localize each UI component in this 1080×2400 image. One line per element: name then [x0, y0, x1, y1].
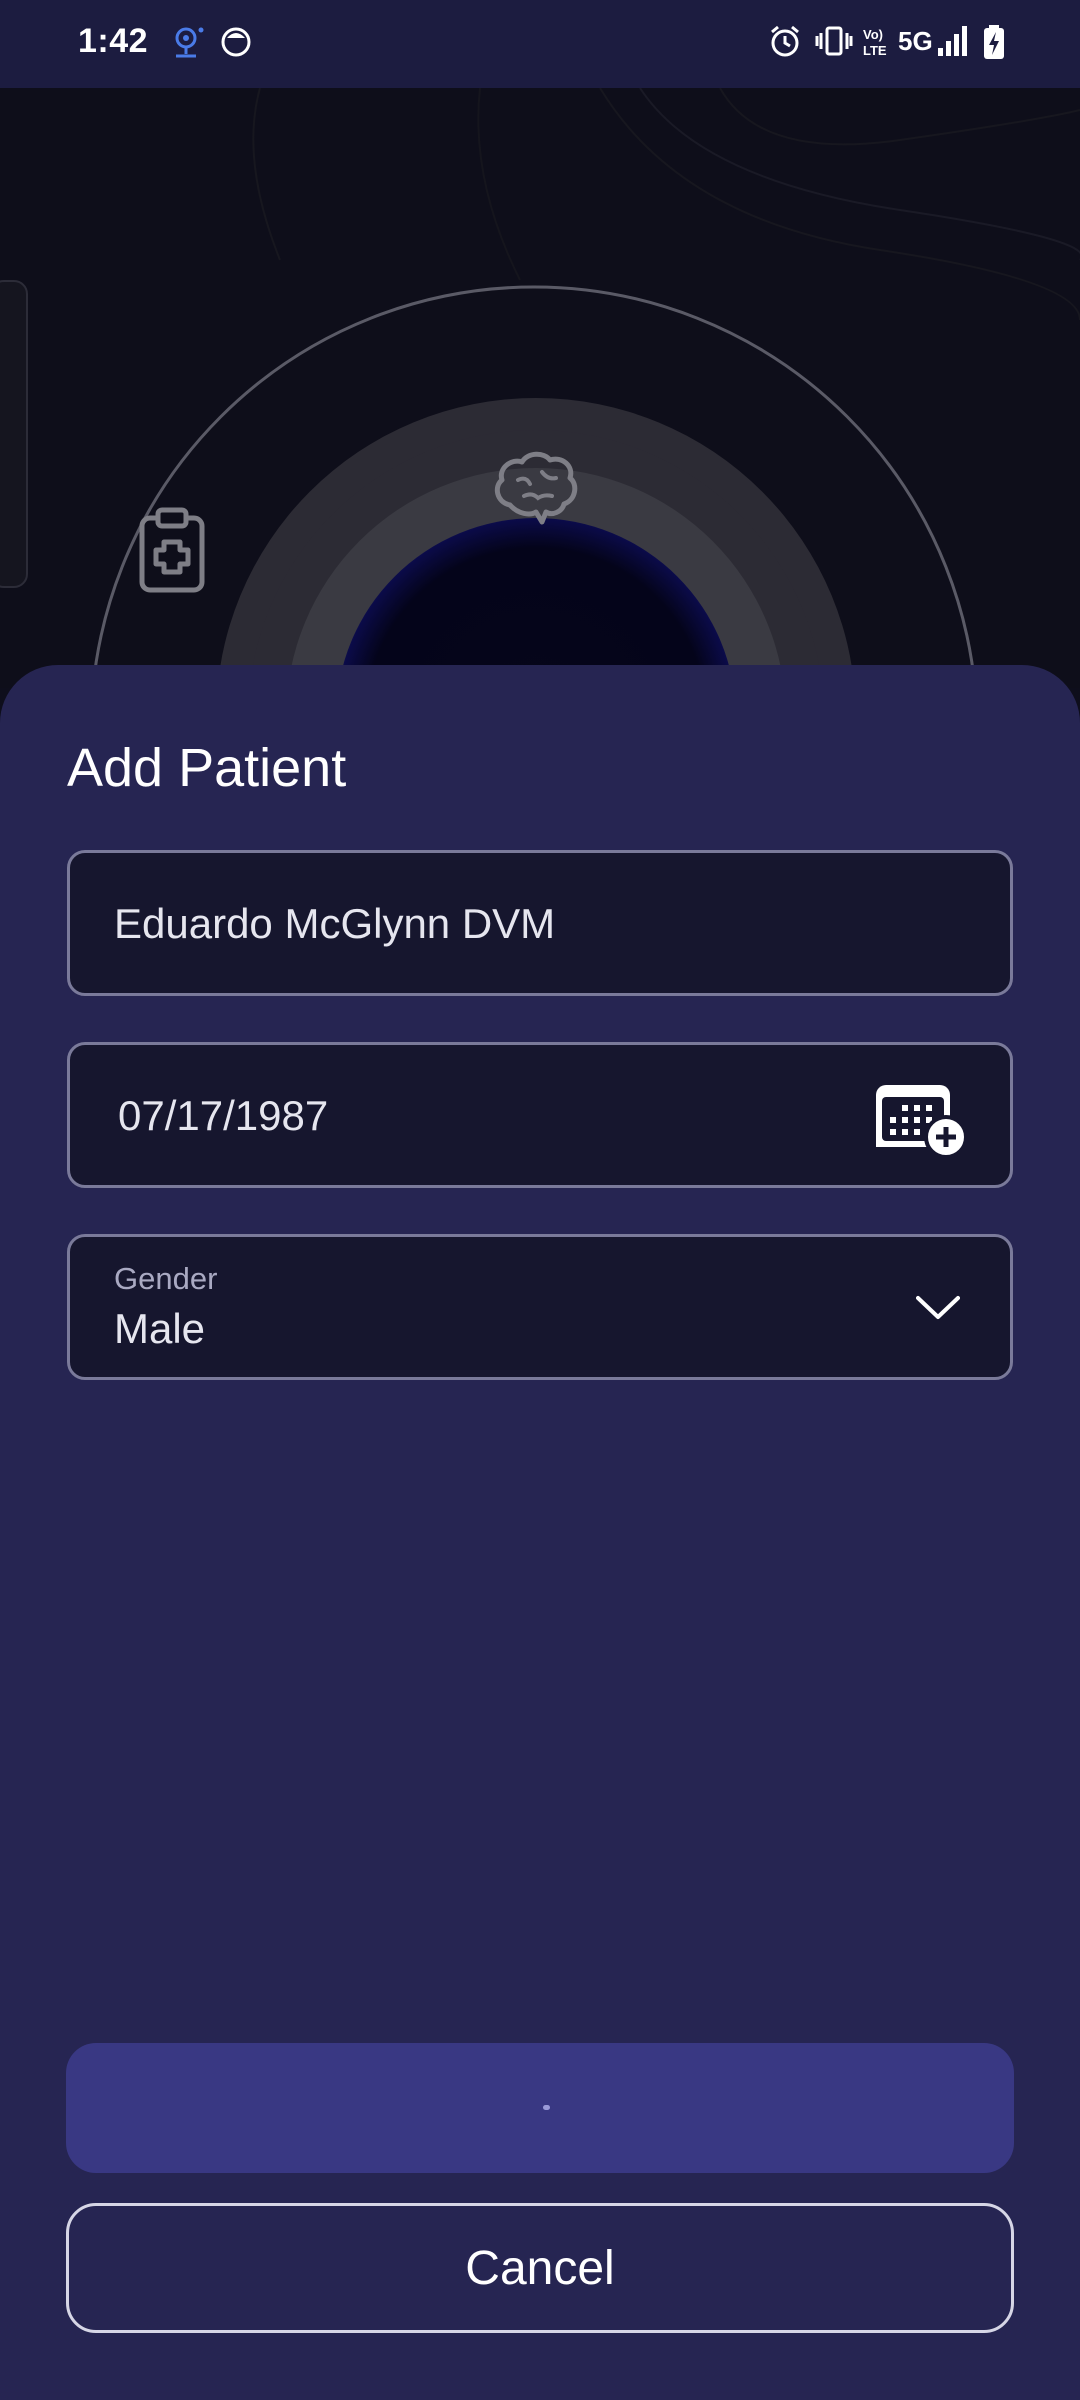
chevron-down-icon[interactable]: [916, 1295, 960, 1321]
svg-text:LTE: LTE: [863, 43, 887, 58]
side-panel-handle[interactable]: [0, 280, 28, 588]
sheet-title: Add Patient: [67, 738, 347, 798]
brain-icon: [490, 450, 580, 535]
date-of-birth-value: 07/17/1987: [118, 1092, 329, 1139]
vibrate-icon: [815, 24, 853, 63]
battery-charging-icon: [982, 24, 1006, 65]
status-time: 1:42: [78, 22, 149, 60]
face-app-icon: [220, 24, 252, 63]
svg-text:Vo): Vo): [863, 27, 883, 42]
gender-select[interactable]: Gender Male: [67, 1234, 1013, 1380]
status-bar: 1:42 Vo) LTE 5G: [0, 0, 1080, 88]
add-patient-submit-button[interactable]: [66, 2043, 1014, 2173]
background-scene: [0, 88, 1080, 688]
loading-spinner: [543, 2105, 550, 2110]
network-type: 5G: [898, 26, 933, 56]
clipboard-medical-icon: [136, 506, 208, 599]
location-tracker-icon: [170, 24, 206, 67]
signal-icon: [936, 24, 970, 63]
alarm-icon: [768, 24, 802, 65]
add-patient-sheet: Add Patient Eduardo McGlynn DVM 07/17/19…: [0, 665, 1080, 2400]
cancel-button[interactable]: Cancel: [66, 2203, 1014, 2333]
date-of-birth-field[interactable]: 07/17/1987: [67, 1042, 1013, 1188]
gender-label: Gender: [114, 1261, 218, 1296]
volte-icon: Vo) LTE: [860, 26, 892, 63]
patient-name-field[interactable]: Eduardo McGlynn DVM: [67, 850, 1013, 996]
patient-name-value: Eduardo McGlynn DVM: [114, 900, 556, 947]
gender-value: Male: [114, 1305, 206, 1352]
calendar-add-icon[interactable]: [872, 1075, 972, 1161]
